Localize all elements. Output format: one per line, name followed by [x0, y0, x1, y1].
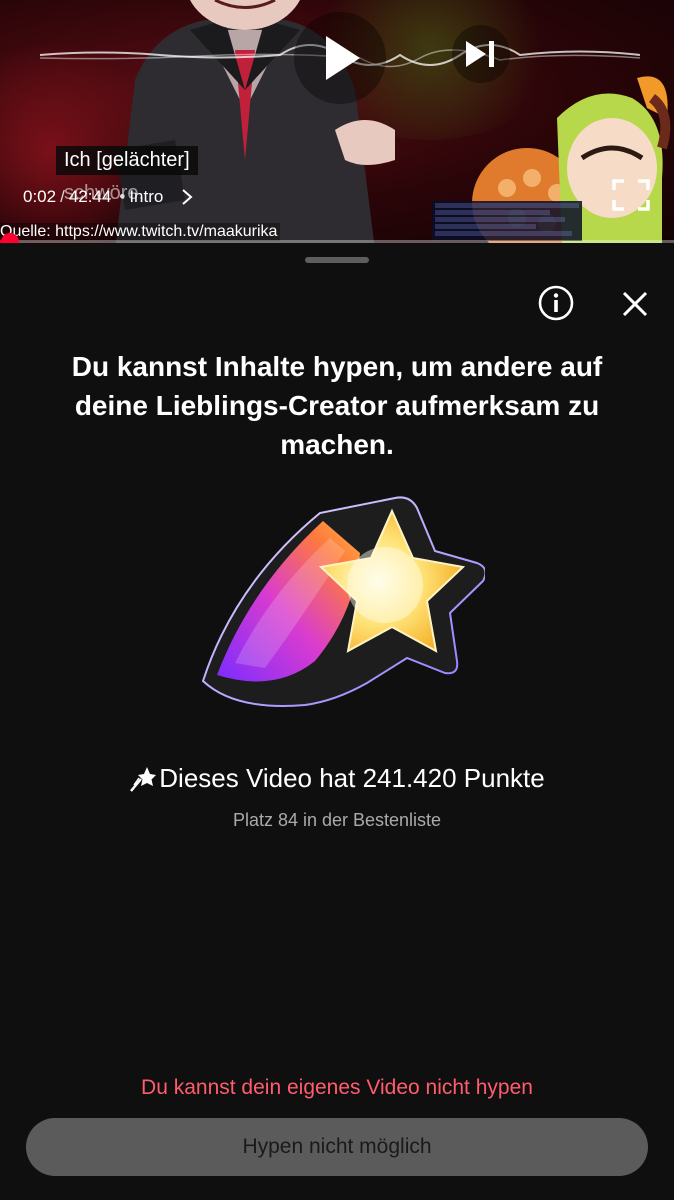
hype-bottom-sheet: Du kannst Inhalte hypen, um andere auf d… [0, 243, 674, 1200]
leaderboard-rank: Platz 84 in der Bestenliste [232, 810, 442, 830]
time-display: 0:02 / 42:44 • Intro [23, 187, 193, 207]
chevron-right-icon[interactable] [181, 188, 193, 206]
hype-headline: Du kannst Inhalte hypen, um andere auf d… [71, 351, 603, 460]
play-icon [326, 36, 360, 80]
chapter-title[interactable]: Intro [129, 187, 163, 207]
hype-points: Dieses Video hat 241.420 Punkte [0, 763, 674, 794]
video-duration: 42:44 [68, 187, 112, 206]
hype-not-allowed-warning: Du kannst dein eigenes Video nicht hypen [141, 1076, 533, 1099]
fullscreen-icon[interactable] [612, 179, 650, 211]
time-separator: / [60, 187, 65, 206]
shooting-star-icon [201, 496, 485, 707]
hype-points-text: Dieses Video hat 241.420 Punkte [159, 763, 545, 793]
stream-chat-overlay [432, 201, 582, 241]
video-player[interactable]: Ich [gelächter] schwöre, 0:02 / 42:44 • … [0, 0, 674, 243]
hype-star-icon [130, 766, 157, 792]
sheet-drag-handle[interactable] [305, 257, 369, 263]
chapter-separator: • [119, 187, 126, 206]
info-icon[interactable] [537, 284, 575, 322]
close-icon[interactable] [619, 288, 651, 320]
hype-button[interactable]: Hypen nicht möglich [26, 1118, 648, 1176]
play-button[interactable] [294, 12, 386, 104]
source-attribution: Quelle: https://www.twitch.tv/maakurika [0, 223, 281, 241]
subtitle-caption: Ich [gelächter] [56, 146, 198, 175]
current-time: 0:02 [23, 187, 57, 206]
